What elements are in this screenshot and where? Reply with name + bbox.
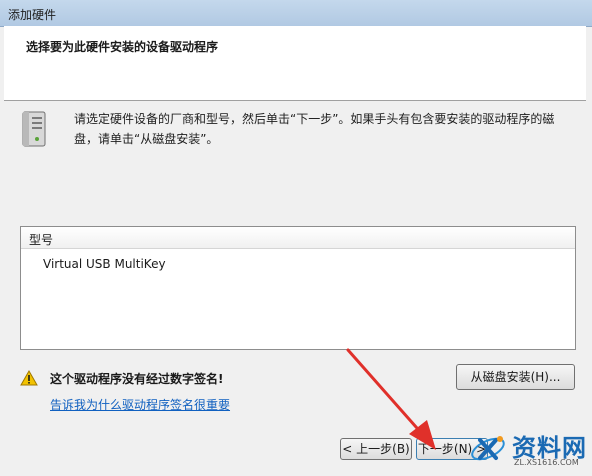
driver-signing-info-link[interactable]: 告诉我为什么驱动程序签名很重要 [50, 396, 230, 413]
page-title: 选择要为此硬件安装的设备驱动程序 [26, 40, 219, 54]
model-list[interactable]: 型号 Virtual USB MultiKey [20, 226, 576, 350]
add-hardware-dialog: 添加硬件 选择要为此硬件安装的设备驱动程序 请选定硬件设备的厂商和型号，然后单击… [0, 0, 592, 476]
unsigned-driver-warning: 这个驱动程序没有经过数字签名! [50, 372, 224, 386]
site-watermark: 资料网 ZL.XS1616.COM [468, 426, 588, 472]
hardware-device-icon [22, 111, 46, 147]
back-button[interactable]: < 上一步(B) [340, 438, 412, 460]
column-header-model: 型号 [29, 233, 54, 247]
watermark-logo-icon [471, 436, 505, 461]
instruction-text: 请选定硬件设备的厂商和型号，然后单击“下一步”。如果手头有包含要安装的驱动程序的… [74, 112, 555, 146]
header-panel: 选择要为此硬件安装的设备驱动程序 [4, 26, 586, 101]
list-column-header[interactable]: 型号 [21, 227, 575, 249]
title-bar[interactable]: 添加硬件 [0, 0, 592, 27]
have-disk-button[interactable]: 从磁盘安装(H)... [456, 364, 575, 390]
content-panel: 请选定硬件设备的厂商和型号，然后单击“下一步”。如果手头有包含要安装的驱动程序的… [4, 101, 586, 436]
watermark-url: ZL.XS1616.COM [514, 458, 579, 467]
warning-icon [20, 370, 38, 386]
list-item[interactable]: Virtual USB MultiKey [43, 257, 166, 271]
window-title: 添加硬件 [8, 8, 57, 22]
